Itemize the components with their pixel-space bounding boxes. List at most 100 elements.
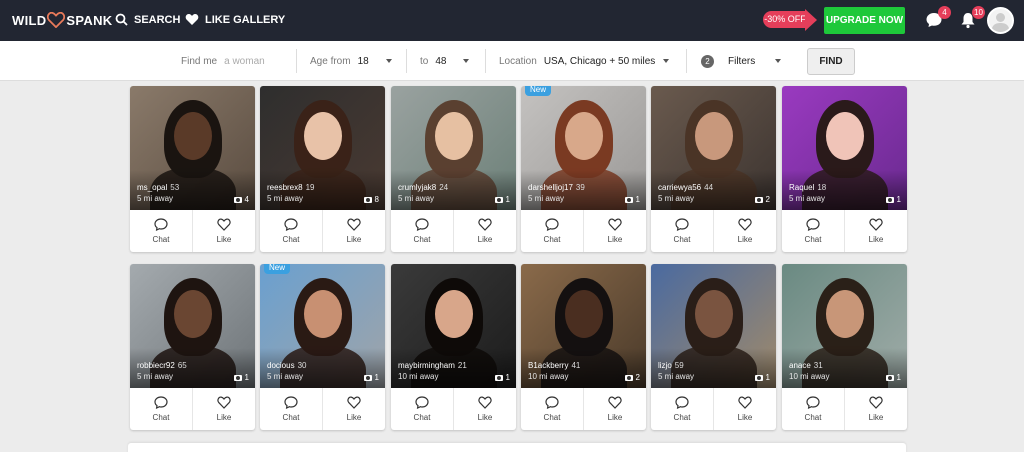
profile-photo[interactable]: crumlyjak8 24 5 mi away 1 xyxy=(391,86,516,210)
age-from-select[interactable]: Age from 18 xyxy=(310,41,392,81)
profile-name[interactable]: docious 30 xyxy=(267,361,306,370)
profile-photo[interactable]: ms_opal 53 5 mi away 4 xyxy=(130,86,255,210)
like-button[interactable]: Like xyxy=(844,210,907,252)
chat-button[interactable]: Chat xyxy=(391,388,453,430)
photo-count: 1 xyxy=(754,373,770,382)
messages-button[interactable]: 4 xyxy=(925,6,951,31)
chat-button[interactable]: Chat xyxy=(260,388,322,430)
profile-name[interactable]: robbiecr92 65 xyxy=(137,361,187,370)
like-button[interactable]: Like xyxy=(713,210,776,252)
profile-name[interactable]: lizjo 59 xyxy=(658,361,684,370)
profile-name[interactable]: carriewya56 44 xyxy=(658,183,713,192)
profile-name[interactable]: darshelljoj17 39 xyxy=(528,183,585,192)
profile-name[interactable]: crumlyjak8 24 xyxy=(398,183,448,192)
username: Raquel xyxy=(789,183,815,192)
profile-card[interactable]: anace 31 10 mi away 1 Chat Like xyxy=(782,264,907,430)
location-select[interactable]: Location USA, Chicago + 50 miles xyxy=(499,41,670,81)
like-button[interactable]: Like xyxy=(583,388,646,430)
photo-face xyxy=(304,290,342,338)
filters-count-badge: 2 xyxy=(701,54,714,68)
profile-photo[interactable]: maybirmingham 21 10 mi away 1 xyxy=(391,264,516,388)
profile-photo[interactable]: anace 31 10 mi away 1 xyxy=(782,264,907,388)
profile-photo[interactable]: B1ackberry 41 10 mi away 2 xyxy=(521,264,646,388)
like-button[interactable]: Like xyxy=(453,388,516,430)
like-label: Like xyxy=(607,413,623,422)
card-actions: Chat Like xyxy=(782,210,907,252)
profile-card[interactable]: B1ackberry 41 10 mi away 2 Chat Like xyxy=(521,264,646,430)
chat-button[interactable]: Chat xyxy=(521,388,583,430)
photo-face xyxy=(565,112,603,160)
username: robbiecr92 xyxy=(137,361,175,370)
chat-bubble-icon xyxy=(415,396,429,409)
camera-icon xyxy=(624,374,633,381)
like-button[interactable]: Like xyxy=(322,210,385,252)
like-button[interactable]: Like xyxy=(713,388,776,430)
profile-photo[interactable]: darshelljoj17 39 5 mi away 1 xyxy=(521,86,646,210)
profile-name[interactable]: anace 31 xyxy=(789,361,823,370)
nav-search[interactable]: SEARCH xyxy=(115,13,180,26)
find-me-select[interactable]: Find me a woman xyxy=(181,41,265,81)
profile-photo[interactable]: robbiecr92 65 5 mi away 1 xyxy=(130,264,255,388)
chat-button[interactable]: Chat xyxy=(391,210,453,252)
profile-name[interactable]: maybirmingham 21 xyxy=(398,361,467,370)
age-to-select[interactable]: to 48 xyxy=(420,41,470,81)
profile-name[interactable]: Raquel 18 xyxy=(789,183,826,192)
camera-icon xyxy=(754,374,763,381)
chat-button[interactable]: Chat xyxy=(260,210,322,252)
like-button[interactable]: Like xyxy=(192,210,255,252)
profile-card[interactable]: robbiecr92 65 5 mi away 1 Chat Like xyxy=(130,264,255,430)
profile-card[interactable]: crumlyjak8 24 5 mi away 1 Chat Like xyxy=(391,86,516,252)
chat-button[interactable]: Chat xyxy=(651,388,713,430)
profile-photo[interactable]: docious 30 5 mi away 1 xyxy=(260,264,385,388)
like-button[interactable]: Like xyxy=(192,388,255,430)
profile-photo[interactable]: lizjo 59 5 mi away 1 xyxy=(651,264,776,388)
like-button[interactable]: Like xyxy=(844,388,907,430)
logo-text-left: WILD xyxy=(12,12,47,28)
profile-card[interactable]: lizjo 59 5 mi away 1 Chat Like xyxy=(651,264,776,430)
chat-button[interactable]: Chat xyxy=(651,210,713,252)
camera-icon xyxy=(494,196,503,203)
profile-name[interactable]: reesbrex8 19 xyxy=(267,183,314,192)
more-filters-select[interactable]: 2 Filters xyxy=(701,41,782,81)
chat-button[interactable]: Chat xyxy=(130,210,192,252)
username: ms_opal xyxy=(137,183,168,192)
chat-button[interactable]: Chat xyxy=(521,210,583,252)
site-logo[interactable]: WILD SPANK xyxy=(12,12,112,28)
card-actions: Chat Like xyxy=(651,388,776,430)
camera-icon xyxy=(885,196,894,203)
like-label: Like xyxy=(868,413,884,422)
chat-button[interactable]: Chat xyxy=(782,388,844,430)
profile-name[interactable]: ms_opal 53 xyxy=(137,183,179,192)
profile-card[interactable]: docious 30 5 mi away 1 New Chat Like xyxy=(260,264,385,430)
find-button[interactable]: FIND xyxy=(807,48,855,75)
nav-like-gallery[interactable]: LIKE GALLERY xyxy=(185,13,285,26)
user-avatar[interactable] xyxy=(987,7,1014,34)
like-button[interactable]: Like xyxy=(453,210,516,252)
profile-card[interactable]: carriewya56 44 5 mi away 2 Chat Like xyxy=(651,86,776,252)
user-distance: 10 mi away xyxy=(528,372,569,381)
notifications-button[interactable]: 10 xyxy=(959,6,985,31)
photo-count-value: 1 xyxy=(896,195,901,204)
find-me-value: a woman xyxy=(224,55,265,67)
profile-card[interactable]: reesbrex8 19 5 mi away 8 Chat Like xyxy=(260,86,385,252)
card-actions: Chat Like xyxy=(782,388,907,430)
chat-button[interactable]: Chat xyxy=(130,388,192,430)
upgrade-now-button[interactable]: UPGRADE NOW xyxy=(824,7,905,34)
profile-card[interactable]: darshelljoj17 39 5 mi away 1 New Chat Like xyxy=(521,86,646,252)
like-button[interactable]: Like xyxy=(583,210,646,252)
profile-photo[interactable]: reesbrex8 19 5 mi away 8 xyxy=(260,86,385,210)
photo-count: 1 xyxy=(885,373,901,382)
chat-bubble-icon xyxy=(415,218,429,231)
search-filter-bar: Find me a woman Age from 18 to 48 Locati… xyxy=(0,41,1024,81)
profile-card[interactable]: ms_opal 53 5 mi away 4 Chat Like xyxy=(130,86,255,252)
card-actions: Chat Like xyxy=(260,388,385,430)
profile-card[interactable]: maybirmingham 21 10 mi away 1 Chat Like xyxy=(391,264,516,430)
arrow-right-icon xyxy=(805,9,817,31)
chat-button[interactable]: Chat xyxy=(782,210,844,252)
profile-photo[interactable]: Raquel 18 5 mi away 1 xyxy=(782,86,907,210)
profile-name[interactable]: B1ackberry 41 xyxy=(528,361,580,370)
profile-photo[interactable]: carriewya56 44 5 mi away 2 xyxy=(651,86,776,210)
profile-card[interactable]: Raquel 18 5 mi away 1 Chat Like xyxy=(782,86,907,252)
like-button[interactable]: Like xyxy=(322,388,385,430)
user-distance: 5 mi away xyxy=(528,194,565,203)
